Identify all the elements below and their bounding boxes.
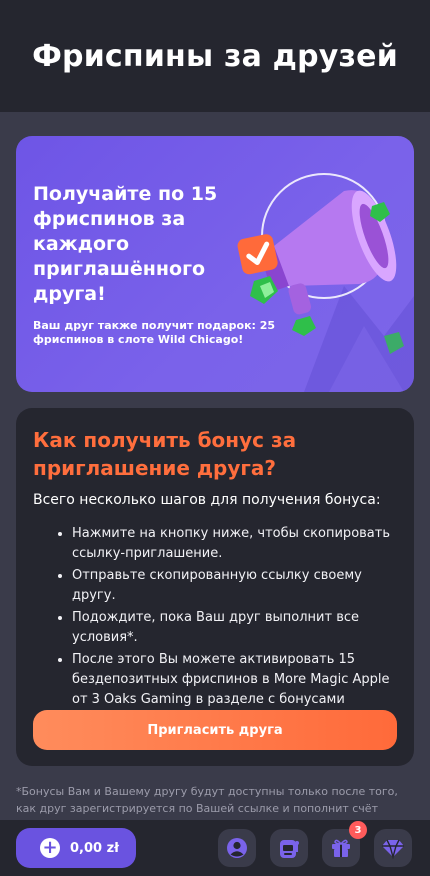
slots-button[interactable] (270, 829, 308, 867)
bottom-bar: + 0,00 zł 3 (0, 820, 430, 876)
balance-amount: 0,00 zł (70, 840, 119, 856)
invite-friend-button[interactable]: Пригласить друга (33, 710, 397, 750)
vip-button[interactable] (374, 829, 412, 867)
profile-button[interactable] (218, 829, 256, 867)
promo-banner: Получайте по 15 фриспинов за каждого при… (16, 136, 414, 392)
steps-list: Нажмите на кнопку ниже, чтобы скопироват… (54, 524, 394, 712)
gifts-count-badge: 3 (349, 821, 367, 839)
page-title: Фриспины за друзей (32, 38, 398, 74)
how-to-card: Как получить бонус за приглашение друга?… (16, 408, 414, 766)
profile-icon (227, 838, 247, 858)
step-item: После этого Вы можете активировать 15 бе… (72, 650, 394, 710)
diamond-icon (382, 839, 404, 859)
step-item: Нажмите на кнопку ниже, чтобы скопироват… (72, 524, 394, 564)
balance-button[interactable]: + 0,00 zł (16, 828, 136, 868)
how-to-lead: Всего несколько шагов для получения бону… (33, 492, 381, 508)
how-to-heading: Как получить бонус за приглашение друга? (33, 428, 297, 480)
megaphone-illustration (237, 173, 414, 392)
page-header: Фриспины за друзей (0, 0, 430, 112)
step-item: Подождите, пока Ваш друг выполнит все ус… (72, 608, 394, 648)
gift-icon (332, 839, 350, 857)
plus-icon: + (40, 838, 60, 858)
step-item: Отправьте скопированную ссылку своему др… (72, 566, 394, 606)
gifts-button[interactable]: 3 (322, 821, 367, 867)
promo-title: Получайте по 15 фриспинов за каждого при… (33, 183, 218, 305)
slot-machine-icon (280, 840, 299, 858)
